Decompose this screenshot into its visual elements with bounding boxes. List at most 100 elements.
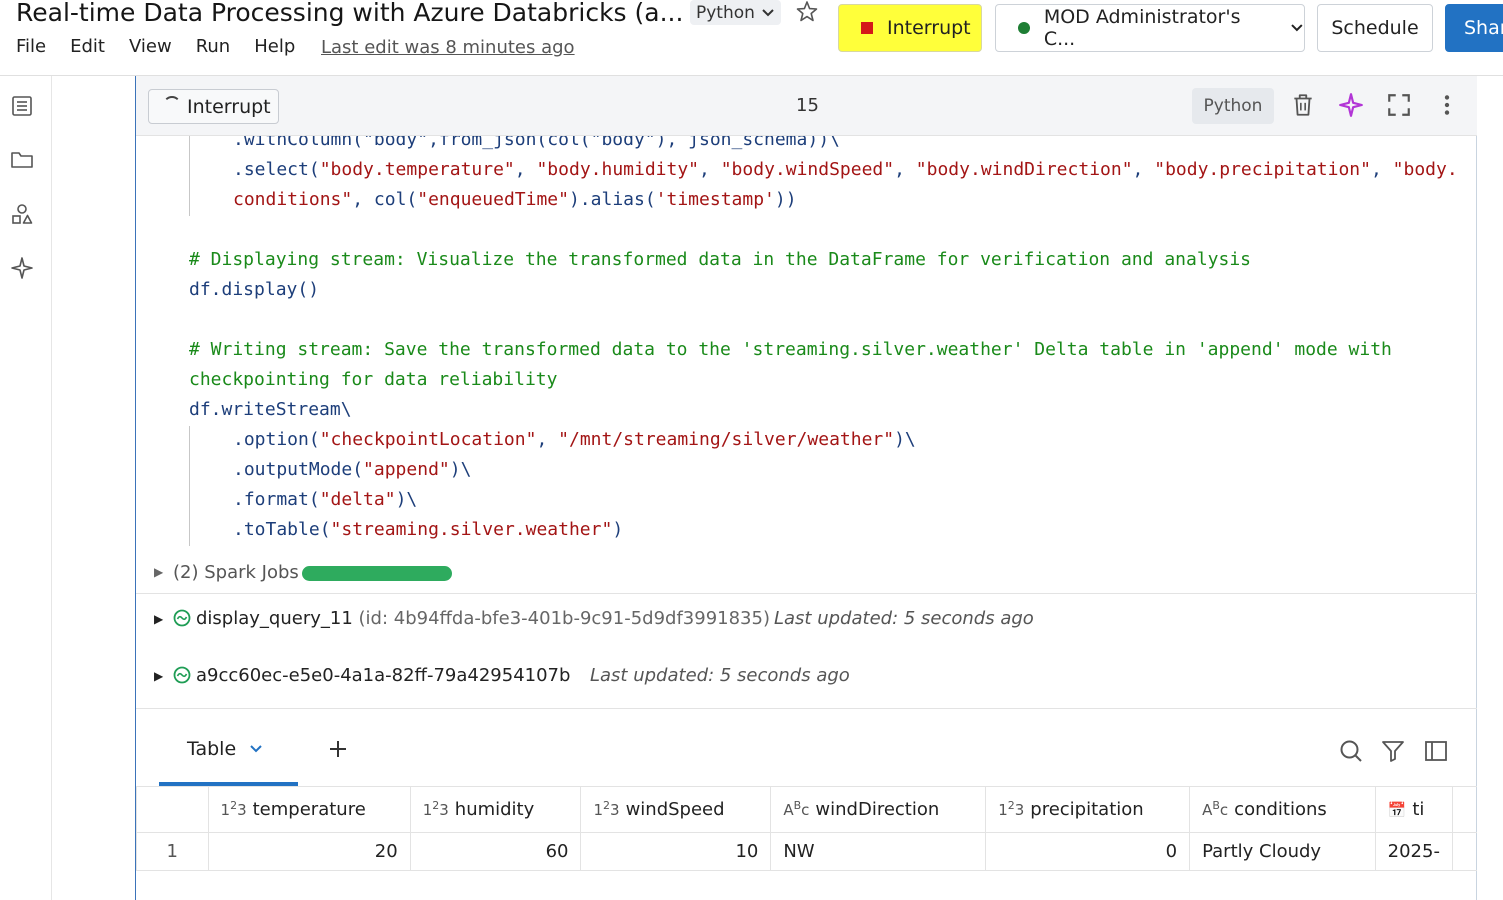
stream-query-name: display_query_11 (id: 4b94ffda-bfe3-401b… xyxy=(196,608,770,629)
cell-number: 15 xyxy=(796,95,819,116)
code-editor[interactable]: .withColumn("body",from_json(col("body")… xyxy=(136,136,1477,556)
column-header-label: windDirection xyxy=(815,799,940,820)
code-line: .withColumn("body",from_json(col("body")… xyxy=(233,136,840,155)
shapes-icon[interactable] xyxy=(10,202,34,226)
numeric-type-icon: 123 xyxy=(422,799,449,819)
code-line: .format("delta")\ xyxy=(233,485,417,515)
cell-toolbar: Interrupt 15 Python xyxy=(136,76,1477,136)
code-string: "body.windDirection" xyxy=(915,159,1133,180)
cell-winddirection[interactable]: NW xyxy=(770,832,987,871)
cell-temperature[interactable]: 20 xyxy=(207,832,411,871)
column-header-temperature[interactable]: 123 temperature xyxy=(207,786,411,833)
code-line: conditions", col("enqueuedTime").alias('… xyxy=(233,185,797,215)
code-text: )) xyxy=(774,189,797,210)
spark-jobs-row[interactable]: ▶ (2) Spark Jobs xyxy=(136,556,1477,594)
code-string: "delta" xyxy=(319,489,396,510)
cell-windspeed[interactable]: 10 xyxy=(580,832,772,871)
menu-file[interactable]: File xyxy=(16,36,46,57)
notebook-title[interactable]: Real-time Data Processing with Azure Dat… xyxy=(16,0,683,27)
menu-bar: File Edit View Run Help xyxy=(16,36,319,57)
interrupt-button[interactable]: Interrupt xyxy=(838,4,982,52)
code-line: .toTable("streaming.silver.weather") xyxy=(233,515,623,545)
stream-active-icon xyxy=(173,609,191,627)
menu-edit[interactable]: Edit xyxy=(70,36,105,57)
side-panel-icon[interactable] xyxy=(1424,739,1448,763)
assistant-sparkle-icon[interactable] xyxy=(10,256,34,280)
trash-icon[interactable] xyxy=(1290,92,1316,118)
code-string: "body.windSpeed" xyxy=(720,159,895,180)
stream-query-title: display_query_11 xyxy=(196,608,353,629)
code-text: , col( xyxy=(352,189,418,210)
cluster-select[interactable]: MOD Administrator's C... xyxy=(995,4,1305,52)
column-header-precipitation[interactable]: 123 precipitation xyxy=(985,786,1191,833)
cell-humidity[interactable]: 60 xyxy=(409,832,582,871)
notebook-language-select[interactable]: Python xyxy=(690,0,781,25)
stream-query-name: a9cc60ec-e5e0-4a1a-82ff-79a42954107b xyxy=(196,665,571,686)
stream-active-icon xyxy=(173,666,191,684)
column-header-conditions[interactable]: ABc conditions xyxy=(1189,786,1376,833)
column-header-label: windSpeed xyxy=(625,799,725,820)
code-line: .outputMode("append")\ xyxy=(233,455,471,485)
share-button[interactable]: Shar xyxy=(1445,4,1503,52)
numeric-type-icon: 123 xyxy=(220,799,247,819)
column-header-label: conditions xyxy=(1234,799,1327,820)
code-line: df.display() xyxy=(189,279,320,300)
indent-guide xyxy=(189,426,190,546)
cell-precipitation[interactable]: 0 xyxy=(985,832,1191,871)
code-string: "append" xyxy=(363,459,450,480)
column-header-windspeed[interactable]: 123 windSpeed xyxy=(580,786,772,833)
more-options-icon[interactable] xyxy=(1434,92,1460,118)
folder-icon[interactable] xyxy=(10,148,34,172)
schedule-button[interactable]: Schedule xyxy=(1317,4,1433,52)
filter-icon[interactable] xyxy=(1381,739,1405,763)
left-rail xyxy=(0,76,52,900)
stream-last-updated: Last updated: 5 seconds ago xyxy=(774,608,1034,629)
code-string: "enqueuedTime" xyxy=(417,189,569,210)
menu-run[interactable]: Run xyxy=(196,36,231,57)
column-header-humidity[interactable]: 123 humidity xyxy=(409,786,582,833)
code-string: "body.humidity" xyxy=(536,159,700,180)
tab-table[interactable]: Table xyxy=(159,709,298,787)
stream-last-updated: Last updated: 5 seconds ago xyxy=(590,665,850,686)
table-row[interactable]: 1 20 60 10 NW 0 Partly Cloudy 2025- xyxy=(136,832,1477,871)
interrupt-label: Interrupt xyxy=(887,17,971,39)
caret-right-icon[interactable]: ▶ xyxy=(154,669,163,683)
ai-assistant-icon[interactable] xyxy=(1338,92,1364,118)
row-index: 1 xyxy=(136,832,209,871)
calendar-icon: 📅 xyxy=(1387,801,1407,819)
favorite-star-icon[interactable] xyxy=(795,0,819,24)
code-string: 'timestamp' xyxy=(655,189,775,210)
menu-view[interactable]: View xyxy=(129,36,172,57)
code-string: "checkpointLocation" xyxy=(319,429,537,450)
cell-interrupt-button[interactable]: Interrupt xyxy=(148,89,279,124)
code-text: , xyxy=(1370,159,1393,180)
column-header-winddirection[interactable]: ABc windDirection xyxy=(770,786,987,833)
code-text: .withColumn("body",from_json(col("body")… xyxy=(233,136,840,150)
column-header-overflow xyxy=(1452,786,1477,833)
stream-query-row[interactable]: ▶ a9cc60ec-e5e0-4a1a-82ff-79a42954107b L… xyxy=(136,657,1477,701)
cell-language-select[interactable]: Python xyxy=(1192,88,1274,124)
code-text: .format( xyxy=(233,489,320,510)
chevron-down-icon[interactable] xyxy=(249,742,263,756)
column-header-timestamp[interactable]: 📅 ti xyxy=(1374,786,1454,833)
caret-right-icon[interactable]: ▶ xyxy=(154,612,163,626)
code-text: , xyxy=(536,429,559,450)
result-tabs: Table xyxy=(136,708,1477,787)
numeric-type-icon: 123 xyxy=(998,799,1025,819)
table-of-contents-icon[interactable] xyxy=(10,94,34,118)
last-edit-link[interactable]: Last edit was 8 minutes ago xyxy=(321,37,575,58)
code-text: )\ xyxy=(449,459,472,480)
add-tab-plus-icon[interactable] xyxy=(328,739,348,759)
search-icon[interactable] xyxy=(1339,739,1363,763)
cell-conditions[interactable]: Partly Cloudy xyxy=(1189,832,1376,871)
stream-query-row[interactable]: ▶ display_query_11 (id: 4b94ffda-bfe3-40… xyxy=(136,600,1477,644)
menu-help[interactable]: Help xyxy=(254,36,295,57)
code-string: "body.precipitation" xyxy=(1154,159,1371,180)
tab-table-label: Table xyxy=(187,738,237,760)
code-text: .outputMode( xyxy=(233,459,364,480)
fullscreen-icon[interactable] xyxy=(1386,92,1412,118)
caret-right-icon[interactable]: ▶ xyxy=(154,565,163,579)
column-header-label: temperature xyxy=(252,799,366,820)
cell-timestamp[interactable]: 2025- xyxy=(1374,832,1454,871)
code-string: conditions" xyxy=(233,189,353,210)
